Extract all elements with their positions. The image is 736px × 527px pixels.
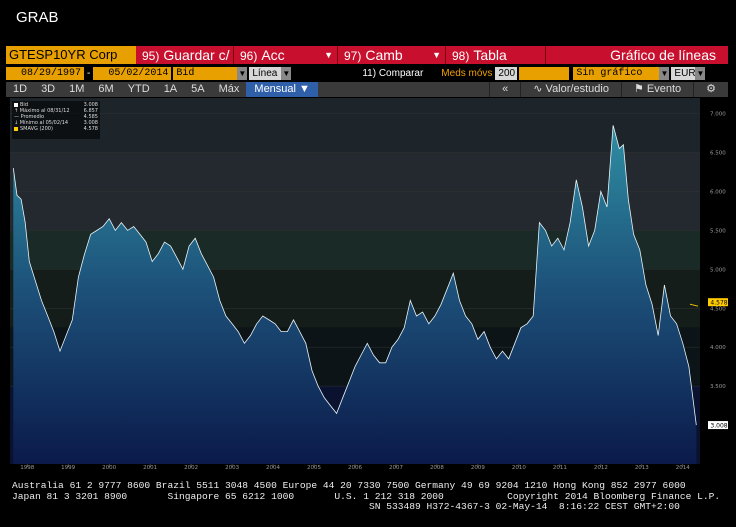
change-button-num: 97)	[344, 49, 362, 63]
x-tick-label: 2006	[348, 465, 362, 470]
sma-label: 4.578	[710, 300, 727, 307]
x-tick-label: 1999	[61, 465, 75, 470]
save-button[interactable]: 95) Guardar c/	[136, 46, 234, 64]
actions-button[interactable]: 96) Acc ▼	[234, 46, 338, 64]
x-tick-label: 2014	[676, 465, 690, 470]
frequency-select[interactable]: Mensual ▼	[246, 82, 318, 97]
last-value-label: 3.008	[710, 423, 727, 430]
command-bar: GTESP10YR Corp 95) Guardar c/ 96) Acc ▼ 97…	[6, 46, 728, 64]
change-button[interactable]: 97) Camb ▼	[338, 46, 446, 64]
table-button[interactable]: 98) Tabla	[446, 46, 546, 64]
period-toolbar: 1D 3D 1M 6M YTD 1A 5A Máx Mensual ▼ « ∿ …	[6, 82, 728, 97]
price-chart[interactable]: 7.000 6.500 6.000 5.500 5.000 4.500 4.000 3.500…	[6, 98, 728, 470]
ticker-field[interactable]: GTESP10YR Corp	[6, 46, 136, 64]
moving-avg-input[interactable]: 200	[495, 66, 518, 80]
y-tick-label: 6.000	[710, 189, 726, 195]
y-tick-label: 7.000	[710, 112, 726, 118]
change-button-label: Camb	[365, 47, 403, 63]
window-title: GRAB	[16, 9, 59, 26]
chart-type-label[interactable]: Gráfico de líneas	[610, 46, 728, 64]
save-button-num: 95)	[142, 49, 160, 63]
x-tick-label: 2001	[143, 465, 157, 470]
chart-icon: ∿	[533, 83, 543, 95]
chevron-down-icon: ▼	[299, 83, 310, 95]
legend-label: SMAVG (200)	[20, 126, 53, 132]
event-button[interactable]: ⚑ Evento	[620, 82, 693, 97]
chevron-down-icon[interactable]: ▼	[237, 66, 248, 80]
x-tick-label: 2005	[307, 465, 321, 470]
y-tick-label: 6.500	[710, 151, 726, 157]
x-tick-label: 1998	[20, 465, 34, 470]
legend-value: 4.578	[83, 126, 98, 132]
x-tick-label: 2004	[266, 465, 280, 470]
chart-legend: Bid 3.008 ↑ Máximo al 08/31/12 6.857 — Pro…	[12, 101, 100, 139]
x-tick-label: 2010	[512, 465, 526, 470]
collapse-icon[interactable]: «	[489, 82, 520, 97]
period-ytd[interactable]: YTD	[121, 82, 157, 97]
period-1a[interactable]: 1A	[157, 82, 184, 97]
chevron-down-icon[interactable]: ▼	[695, 66, 706, 80]
x-tick-label: 2009	[471, 465, 485, 470]
y-tick-label: 5.000	[710, 267, 726, 273]
chevron-down-icon[interactable]: ▼	[281, 66, 292, 80]
chart-band	[10, 98, 700, 153]
actions-button-label: Acc	[261, 47, 285, 63]
y-tick-label: 3.500	[710, 384, 726, 390]
currency-select[interactable]: EUR	[671, 66, 696, 80]
moving-avg-label: Meds móvs	[441, 67, 493, 79]
x-tick-label: 2011	[553, 465, 567, 470]
date-separator: -	[87, 67, 91, 79]
period-3d[interactable]: 3D	[34, 82, 62, 97]
value-study-label: Valor/estudio	[545, 83, 609, 95]
period-max[interactable]: Máx	[212, 82, 247, 97]
y-tick-label: 4.500	[710, 306, 726, 312]
table-button-label: Tabla	[473, 47, 507, 63]
chevron-down-icon: ▼	[432, 50, 441, 60]
lower-chart-select[interactable]: Sin gráfico inferi	[573, 66, 660, 92]
x-tick-label: 2000	[102, 465, 116, 470]
x-tick-label: 2003	[225, 465, 239, 470]
x-tick-label: 2008	[430, 465, 444, 470]
legend-swatch	[14, 102, 18, 107]
end-date-field[interactable]: 05/02/2014	[93, 66, 172, 80]
x-tick-label: 2012	[594, 465, 608, 470]
start-date-field[interactable]: 08/29/1997	[6, 66, 84, 80]
y-tick-label: 4.000	[710, 345, 726, 351]
y-tick-label: 5.500	[710, 228, 726, 234]
x-tick-label: 2002	[184, 465, 198, 470]
footer-line: Australia 61 2 9777 8600 Brazil 5511 304…	[12, 480, 686, 491]
event-label: Evento	[646, 83, 682, 95]
period-6m[interactable]: 6M	[91, 82, 120, 97]
chevron-down-icon: ▼	[324, 50, 333, 60]
footer: Australia 61 2 9777 8600 Brazil 5511 304…	[12, 480, 720, 513]
field-select[interactable]: Bid	[173, 66, 238, 80]
period-5a[interactable]: 5A	[184, 82, 211, 97]
period-1d[interactable]: 1D	[6, 82, 34, 97]
legend-swatch	[14, 126, 18, 131]
chevron-down-icon[interactable]: ▼	[659, 66, 670, 80]
line-type-select[interactable]: Línea	[249, 66, 282, 80]
value-study-button[interactable]: ∿ Valor/estudio	[520, 82, 621, 97]
gear-icon[interactable]: ⚙	[693, 82, 728, 97]
x-tick-label: 2007	[389, 465, 403, 470]
table-button-num: 98)	[452, 49, 470, 63]
moving-avg-field[interactable]	[519, 66, 570, 80]
frequency-label: Mensual	[254, 83, 296, 95]
save-button-label: Guardar c/	[163, 47, 230, 63]
x-tick-label: 2013	[635, 465, 649, 470]
legend-row: SMAVG (200) 4.578	[14, 126, 98, 132]
compare-button[interactable]: 11) Comparar	[359, 68, 426, 79]
period-1m[interactable]: 1M	[62, 82, 91, 97]
parameter-row: 08/29/1997 - 05/02/2014 Bid ▼ Línea ▼ 11…	[6, 66, 728, 92]
flag-icon: ⚑	[633, 83, 644, 95]
footer-line: SN 533489 H372-4367-3 02-May-14 8:16:22 …	[12, 501, 680, 512]
actions-button-num: 96)	[240, 49, 258, 63]
